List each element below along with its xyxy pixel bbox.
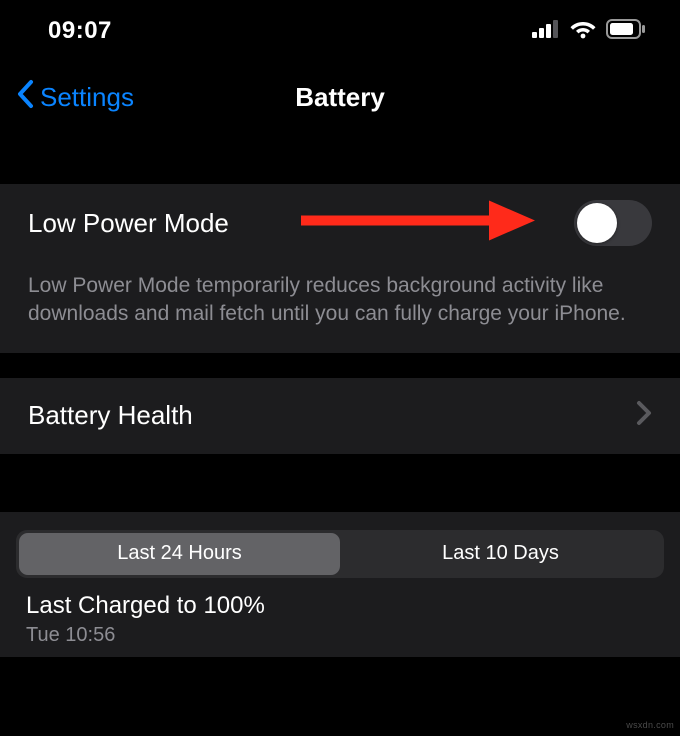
low-power-mode-toggle[interactable] [574,200,652,246]
battery-health-label: Battery Health [28,400,193,431]
status-bar: 09:07 [0,0,680,62]
segmented-control: Last 24 Hours Last 10 Days [16,530,664,578]
chevron-right-icon [636,400,652,431]
watermark: wsxdn.com [626,720,674,730]
battery-health-row[interactable]: Battery Health [0,378,680,454]
back-label: Settings [40,82,134,113]
last-charged-title: Last Charged to 100% [16,592,664,620]
low-power-mode-row: Low Power Mode [0,184,680,262]
nav-bar: Settings Battery [0,62,680,132]
cellular-icon [532,20,560,43]
battery-icon [606,19,646,44]
usage-section: Last 24 Hours Last 10 Days Last Charged … [0,512,680,657]
status-icons [532,19,646,44]
chevron-left-icon [16,79,36,116]
back-button[interactable]: Settings [16,79,134,116]
last-charged-subtitle: Tue 10:56 [16,624,664,647]
low-power-mode-label: Low Power Mode [28,208,229,239]
status-time: 09:07 [48,17,112,45]
tab-last-10-days[interactable]: Last 10 Days [340,533,661,575]
wifi-icon [570,19,596,44]
tab-last-24-hours[interactable]: Last 24 Hours [19,533,340,575]
arrow-callout-icon [295,197,535,250]
low-power-mode-description: Low Power Mode temporarily reduces backg… [0,262,680,353]
